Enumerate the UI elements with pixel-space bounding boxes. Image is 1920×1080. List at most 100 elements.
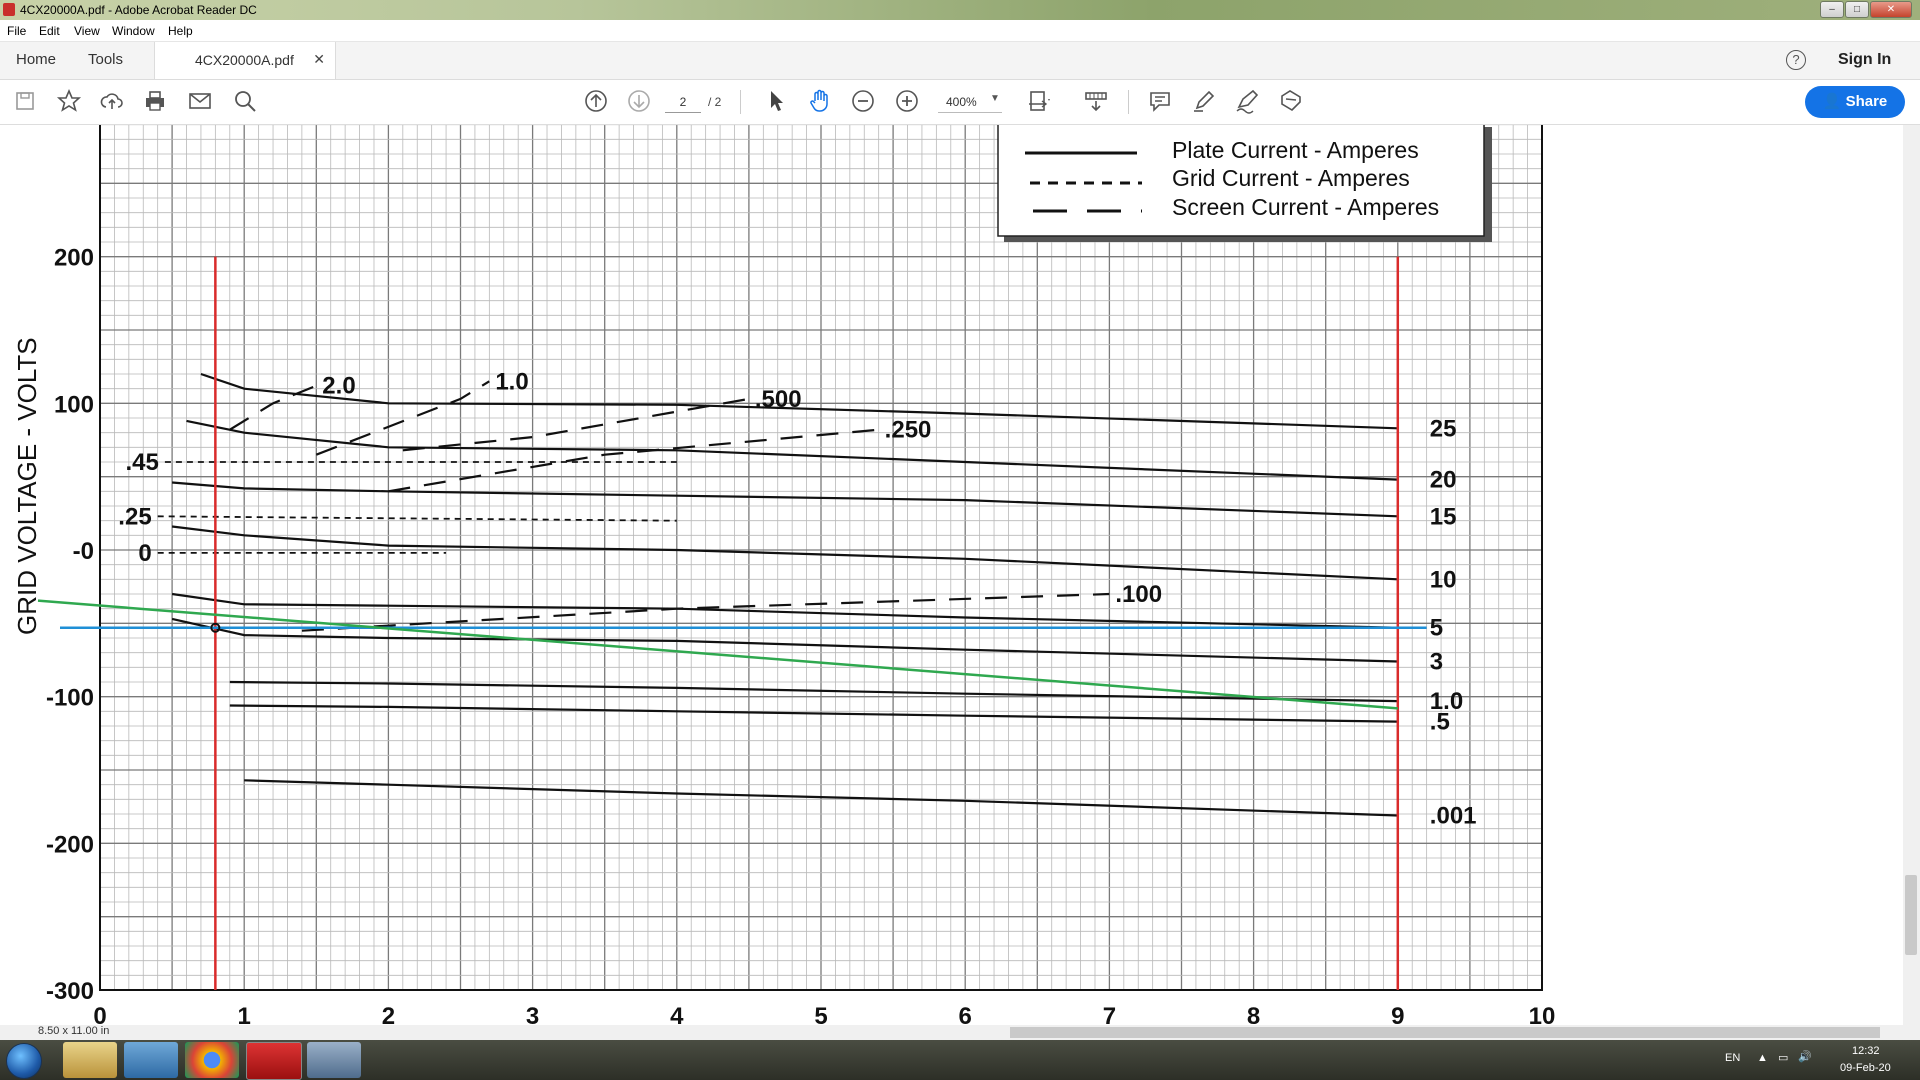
comment-icon[interactable] (1147, 88, 1173, 114)
volume-icon[interactable]: 🔊 (1798, 1050, 1812, 1063)
legend-grid-label: Grid Current - Amperes (1172, 165, 1410, 191)
minimize-button[interactable]: – (1820, 1, 1844, 18)
document-view[interactable]: Plate Current - Amperes Grid Current - A… (0, 125, 1903, 1025)
y-tick-label: 100 (54, 391, 94, 418)
horizontal-scrollbar[interactable]: 8.50 x 11.00 in (0, 1025, 1920, 1040)
x-tick-label: 1 (238, 1003, 251, 1025)
chrome-taskbar-icon[interactable] (185, 1042, 239, 1078)
start-button[interactable] (6, 1043, 42, 1079)
hand-tool-icon[interactable] (807, 88, 833, 114)
app-m-taskbar-icon[interactable] (307, 1042, 361, 1078)
bookmark-star-icon[interactable] (56, 88, 82, 114)
horizontal-scroll-thumb[interactable] (1010, 1027, 1880, 1038)
screen-curve-label: 0 (138, 540, 151, 567)
page-total: / 2 (708, 95, 722, 109)
stamp-icon[interactable] (1278, 88, 1304, 114)
plate-curve-label: 25 (1430, 415, 1457, 442)
document-tab-label: 4CX20000A.pdf (195, 52, 294, 68)
tab-bar: Home Tools 4CX20000A.pdf ✕ ? Sign In (0, 42, 1920, 80)
grid-curve-label: .500 (755, 386, 802, 413)
grid-curve-label: 1.0 (495, 368, 528, 395)
x-tick-label: 0 (93, 1003, 106, 1025)
app-taskbar-icon[interactable] (124, 1042, 178, 1078)
menu-window[interactable]: Window (112, 24, 155, 38)
tab-home[interactable]: Home (16, 51, 56, 68)
upload-cloud-icon[interactable] (99, 88, 125, 114)
legend-plate-label: Plate Current - Amperes (1172, 137, 1419, 163)
characteristic-chart: Plate Current - Amperes Grid Current - A… (0, 125, 1903, 1025)
acrobat-taskbar-icon[interactable] (246, 1042, 302, 1080)
print-icon[interactable] (142, 88, 168, 114)
plate-curve-label: 5 (1430, 615, 1443, 642)
grid-curve-label: 2.0 (322, 373, 355, 400)
toolbar-divider (740, 90, 741, 114)
x-tick-label: 8 (1247, 1003, 1260, 1025)
taskbar: EN ▲ ▭ 🔊 12:32 09-Feb-20 (0, 1040, 1920, 1080)
y-tick-label: -100 (46, 685, 94, 712)
fit-page-icon[interactable] (1026, 88, 1052, 114)
x-tick-label: 6 (959, 1003, 972, 1025)
y-axis-label: GRID VOLTAGE - VOLTS (12, 337, 42, 635)
share-label: Share (1845, 93, 1888, 110)
page-size-indicator: 8.50 x 11.00 in (38, 1025, 110, 1037)
toolbar-divider (1128, 90, 1129, 114)
previous-page-icon[interactable] (583, 88, 609, 114)
tray-expand-icon[interactable]: ▲ (1757, 1052, 1768, 1064)
email-icon[interactable] (187, 88, 213, 114)
title-bar: 4CX20000A.pdf - Adobe Acrobat Reader DC … (0, 0, 1920, 20)
y-tick-label: 200 (54, 245, 94, 272)
plate-curve-label: .5 (1430, 709, 1450, 736)
zoom-in-icon[interactable] (894, 88, 920, 114)
select-cursor-icon[interactable] (763, 88, 789, 114)
acrobat-app-icon (3, 3, 15, 16)
x-tick-label: 4 (670, 1003, 684, 1025)
x-tick-label: 7 (1103, 1003, 1116, 1025)
next-page-icon[interactable] (626, 88, 652, 114)
save-icon[interactable] (12, 88, 38, 114)
help-icon[interactable]: ? (1786, 50, 1806, 70)
clock-time[interactable]: 12:32 (1852, 1045, 1880, 1057)
sign-in-button[interactable]: Sign In (1838, 51, 1891, 69)
close-tab-icon[interactable]: ✕ (313, 51, 325, 68)
x-tick-label: 3 (526, 1003, 539, 1025)
plate-curve-label: 3 (1430, 648, 1443, 675)
menu-help[interactable]: Help (168, 24, 193, 38)
screen-curve-label: .25 (118, 503, 151, 530)
highlight-pen-icon[interactable] (1191, 88, 1217, 114)
x-tick-label: 2 (382, 1003, 395, 1025)
plate-curve-label: 10 (1430, 566, 1457, 593)
scrolling-mode-icon[interactable] (1083, 88, 1109, 114)
sign-pen-icon[interactable] (1234, 88, 1260, 114)
share-button[interactable]: 👤 Share (1805, 86, 1905, 118)
menu-view[interactable]: View (74, 24, 100, 38)
zoom-out-icon[interactable] (850, 88, 876, 114)
vertical-scroll-thumb[interactable] (1905, 875, 1917, 955)
page-number-input[interactable]: 2 (665, 92, 701, 113)
explorer-taskbar-icon[interactable] (63, 1042, 117, 1078)
chevron-down-icon[interactable]: ▼ (990, 93, 1000, 104)
search-icon[interactable] (232, 88, 258, 114)
x-tick-label: 5 (814, 1003, 827, 1025)
x-tick-label: 10 (1529, 1003, 1556, 1025)
y-tick-label: -300 (46, 978, 94, 1005)
vertical-scrollbar[interactable] (1903, 125, 1920, 1025)
menu-file[interactable]: File (7, 24, 26, 38)
y-tick-label: -0 (73, 538, 94, 565)
close-window-button[interactable]: ✕ (1870, 1, 1912, 18)
clock-date[interactable]: 09-Feb-20 (1840, 1062, 1891, 1074)
plate-curve-label: 15 (1430, 503, 1457, 530)
zoom-level-value: 400% (946, 95, 977, 109)
maximize-button[interactable]: □ (1845, 1, 1869, 18)
plate-curve-label: 20 (1430, 467, 1457, 494)
share-user-icon: 👤 (1822, 93, 1846, 110)
menu-edit[interactable]: Edit (39, 24, 60, 38)
tab-document[interactable]: 4CX20000A.pdf ✕ (154, 42, 336, 79)
plate-curve-label: .001 (1430, 802, 1477, 829)
screen-curve-label: .45 (126, 449, 159, 476)
grid-curve-label: .100 (1115, 581, 1162, 608)
grid-curve-label: .250 (885, 417, 932, 444)
language-indicator[interactable]: EN (1725, 1052, 1740, 1064)
window-title: 4CX20000A.pdf - Adobe Acrobat Reader DC (20, 3, 257, 17)
tab-tools[interactable]: Tools (88, 51, 123, 68)
network-icon[interactable]: ▭ (1778, 1051, 1788, 1064)
